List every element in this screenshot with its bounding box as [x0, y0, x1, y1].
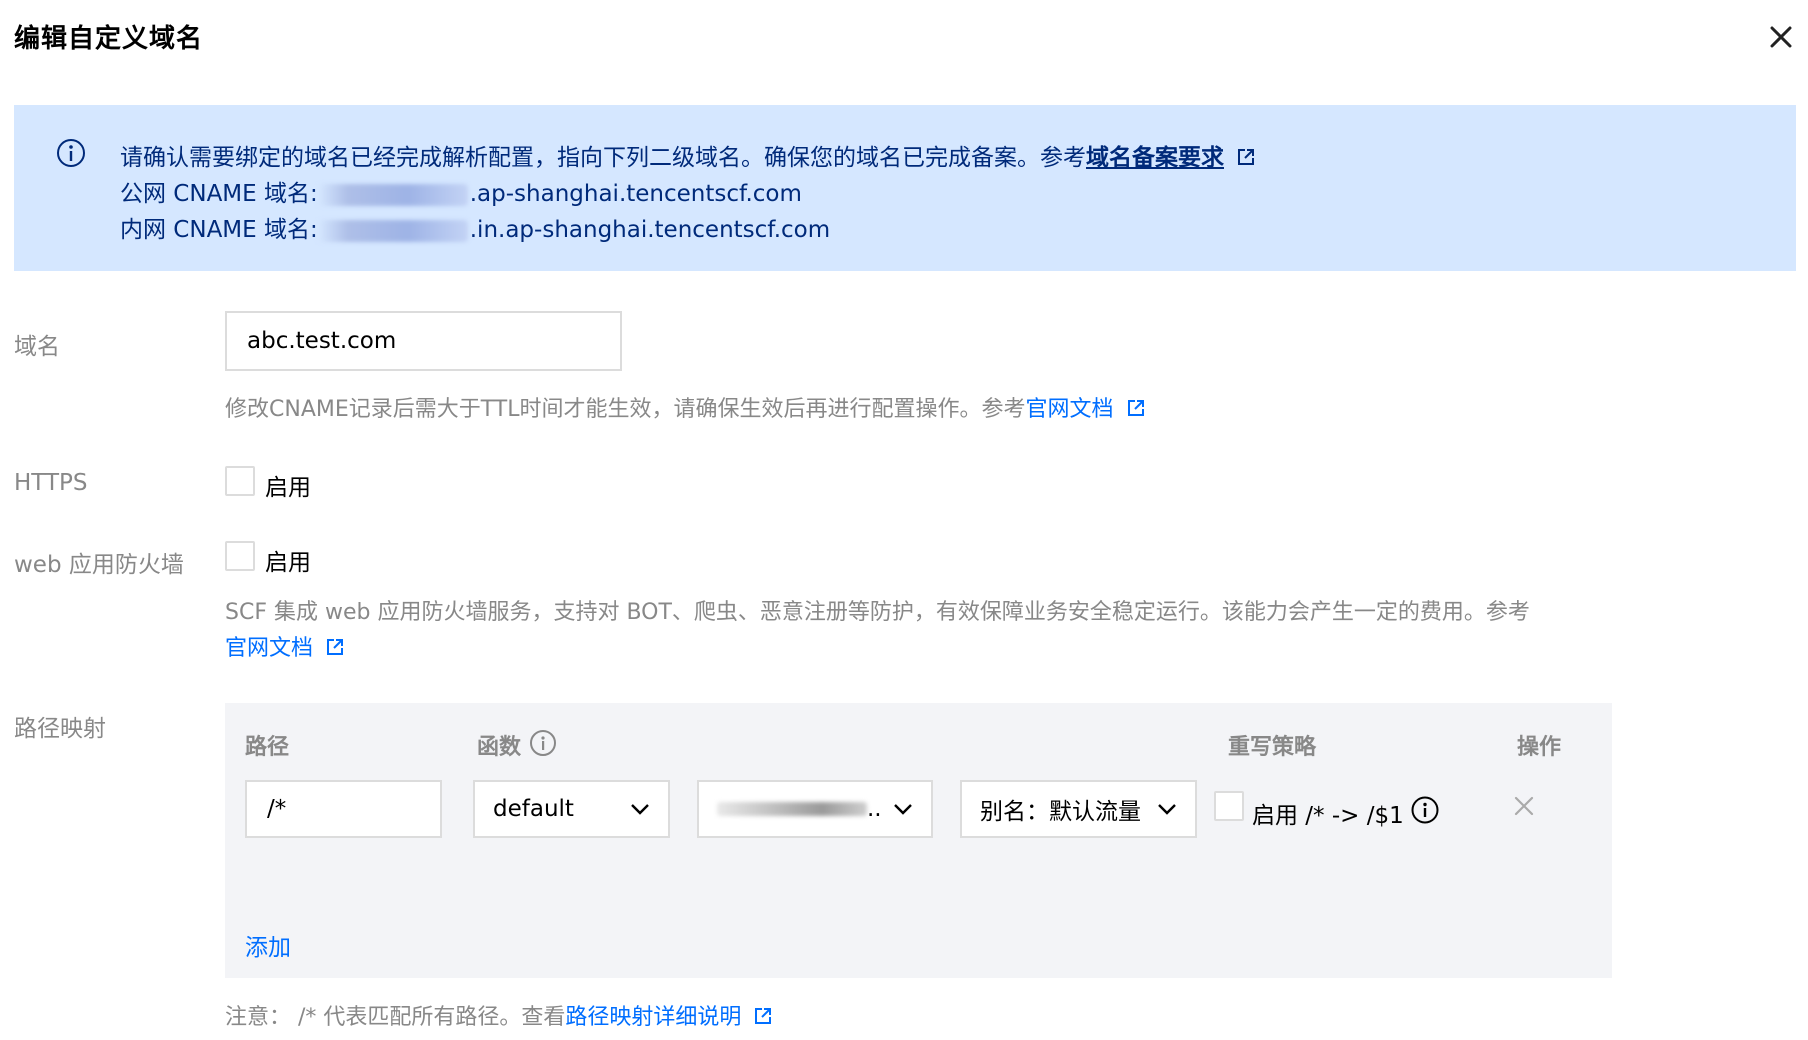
chevron-down-icon	[894, 804, 912, 815]
domain-help-text: 修改CNAME记录后需大于TTL时间才能生效，请确保生效后再进行配置操作。参考	[225, 397, 1026, 422]
col-rewrite: 重写策略	[1228, 735, 1317, 760]
col-function: 函数	[477, 735, 522, 760]
add-mapping-button[interactable]: 添加	[245, 928, 291, 962]
external-link-icon[interactable]	[753, 1006, 773, 1026]
public-cname-suffix: .ap-shanghai.tencentscf.com	[469, 181, 802, 207]
help-icon[interactable]	[529, 729, 557, 757]
https-label: HTTPS	[14, 470, 88, 496]
notice-text: 请确认需要绑定的域名已经完成解析配置，指向下列二级域名。确保您的域名已完成备案。…	[120, 145, 1086, 171]
private-cname-suffix: .in.ap-shanghai.tencentscf.com	[469, 217, 831, 243]
notice-line-1: 请确认需要绑定的域名已经完成解析配置，指向下列二级域名。确保您的域名已完成备案。…	[120, 138, 1256, 172]
path-mapping-panel	[225, 703, 1612, 978]
function-value: ..	[717, 796, 882, 822]
path-mapping-docs-link[interactable]: 路径映射详细说明	[565, 1005, 741, 1030]
notice-line-private: 内网 CNAME 域名: .in.ap-shanghai.tencentscf.c…	[120, 210, 830, 244]
waf-help-link-row: 官网文档	[225, 630, 345, 662]
https-checkbox[interactable]	[225, 466, 255, 496]
waf-label: web 应用防火墙	[14, 552, 184, 578]
private-cname-label: 内网 CNAME 域名:	[120, 217, 318, 243]
note-text: 注意： /* 代表匹配所有路径。查看	[225, 1005, 566, 1030]
waf-checkbox[interactable]	[225, 541, 255, 571]
rewrite-checkbox-label[interactable]: 启用 /* -> /$1	[1252, 796, 1404, 830]
domain-help: 修改CNAME记录后需大于TTL时间才能生效，请确保生效后再进行配置操作。参考官…	[225, 391, 1146, 423]
rewrite-checkbox[interactable]	[1214, 791, 1244, 821]
dialog-title: 编辑自定义域名	[14, 24, 204, 54]
redacted-block	[717, 802, 867, 816]
waf-checkbox-label[interactable]: 启用	[265, 543, 311, 577]
chevron-down-icon	[631, 804, 649, 815]
notice-line-public: 公网 CNAME 域名: .ap-shanghai.tencentscf.com	[120, 174, 802, 208]
redacted-block	[317, 219, 468, 242]
waf-docs-link[interactable]: 官网文档	[225, 636, 313, 661]
alias-value: 别名：默认流量	[980, 799, 1141, 825]
namespace-select[interactable]: default	[473, 780, 670, 838]
col-path: 路径	[245, 735, 290, 760]
remove-row-icon[interactable]	[1513, 795, 1535, 817]
path-mapping-note: 注意： /* 代表匹配所有路径。查看路径映射详细说明	[225, 999, 773, 1031]
namespace-value: default	[493, 796, 574, 822]
redacted-block	[317, 183, 468, 206]
domain-docs-link[interactable]: 官网文档	[1026, 397, 1114, 422]
path-input[interactable]: /*	[245, 780, 442, 838]
domain-label: 域名	[14, 334, 60, 360]
col-action: 操作	[1517, 735, 1562, 760]
info-icon[interactable]	[1410, 795, 1440, 825]
alias-select[interactable]: 别名：默认流量	[960, 780, 1197, 838]
path-mapping-label: 路径映射	[14, 716, 106, 742]
external-link-icon[interactable]	[1126, 398, 1146, 418]
info-icon	[57, 139, 85, 167]
function-select[interactable]: ..	[697, 780, 933, 838]
external-link-icon[interactable]	[325, 637, 345, 657]
waf-help-text: SCF 集成 web 应用防火墙服务，支持对 BOT、爬虫、恶意注册等防护，有效…	[225, 600, 1530, 625]
https-checkbox-label[interactable]: 启用	[265, 468, 311, 502]
close-icon[interactable]	[1766, 22, 1796, 52]
external-link-icon[interactable]	[1236, 147, 1256, 167]
filing-requirements-link[interactable]: 域名备案要求	[1086, 145, 1224, 171]
domain-input[interactable]: abc.test.com	[225, 311, 622, 371]
chevron-down-icon	[1158, 804, 1176, 815]
public-cname-label: 公网 CNAME 域名:	[120, 181, 318, 207]
